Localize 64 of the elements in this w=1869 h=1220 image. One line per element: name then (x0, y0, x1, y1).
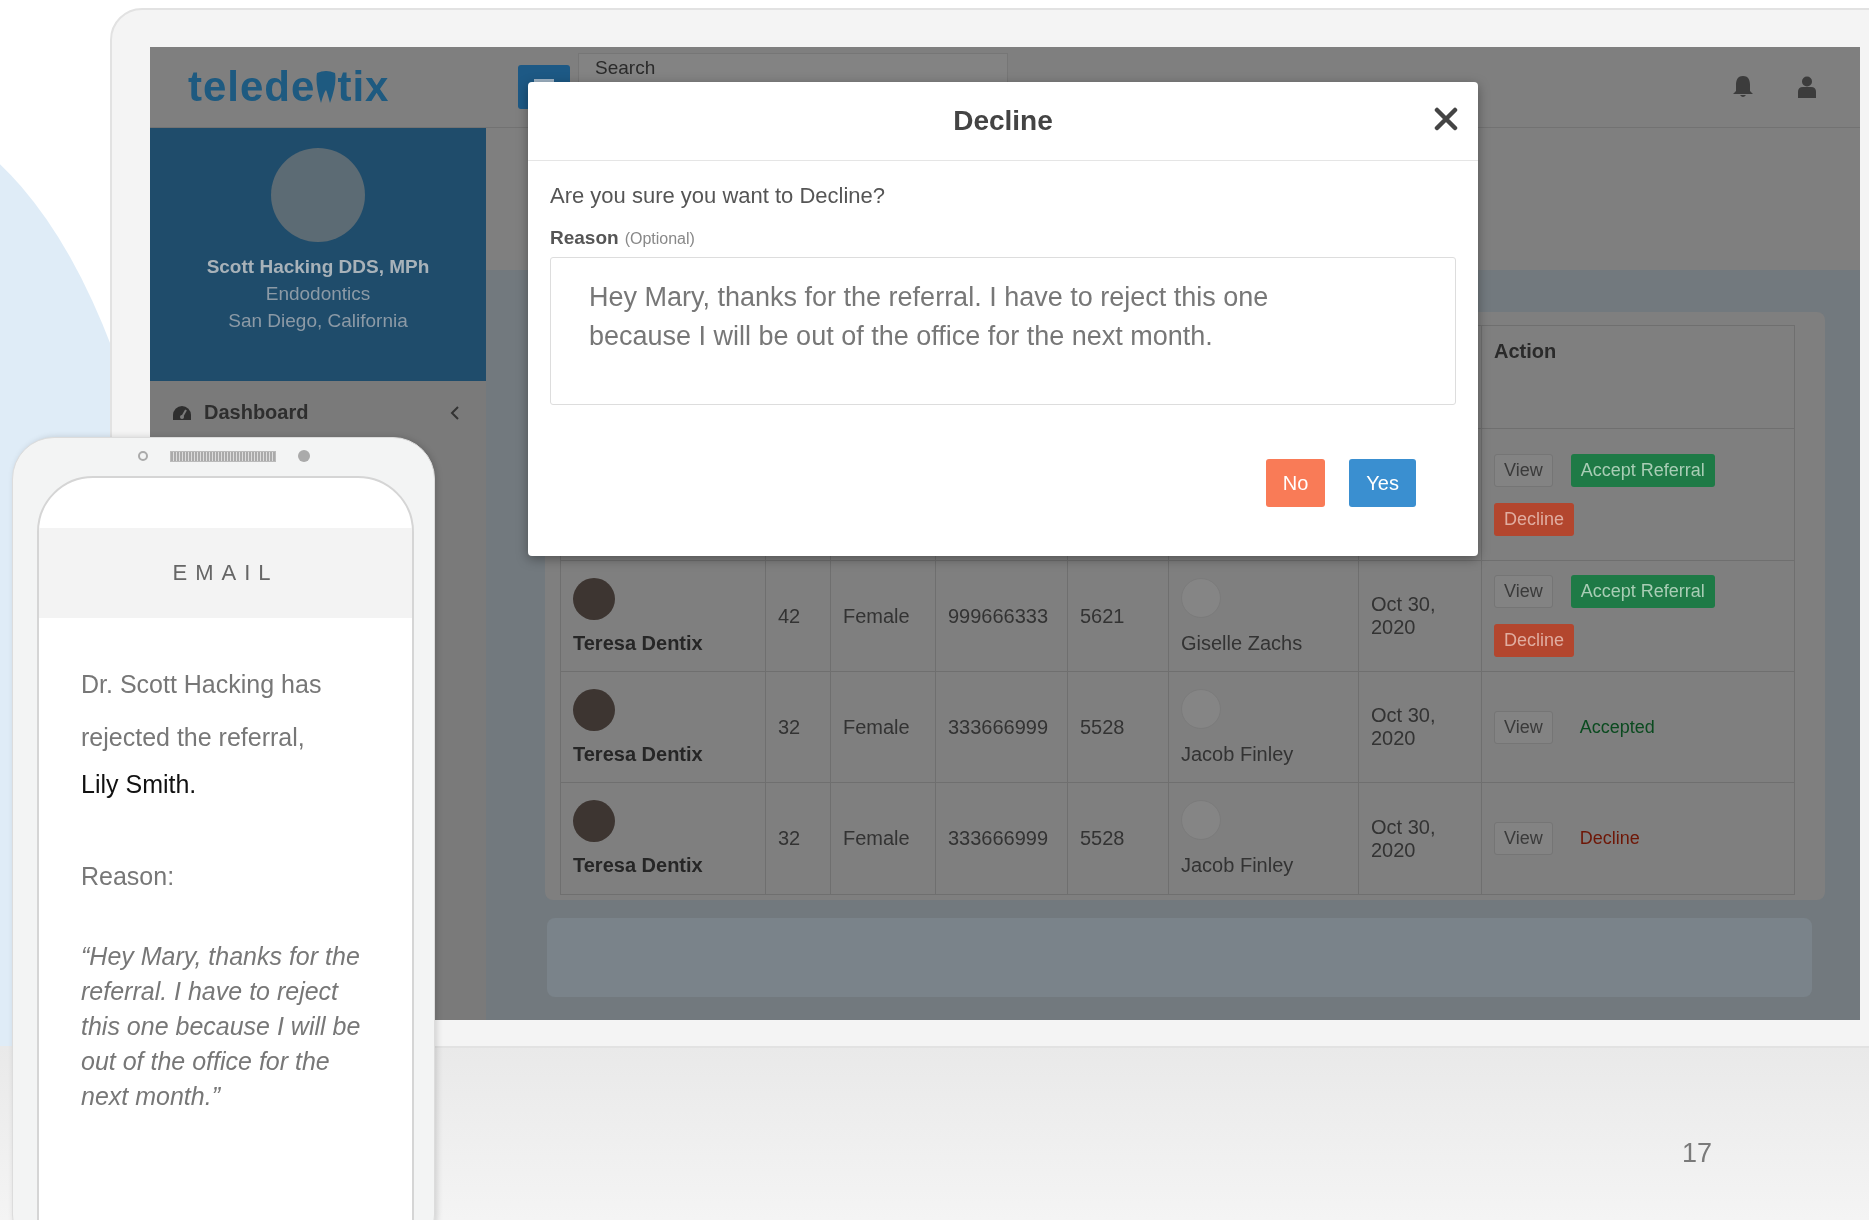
logo-text: tix (337, 63, 390, 111)
location-text: San Diego, California (228, 310, 408, 332)
view-button[interactable]: View (1494, 822, 1553, 855)
reason-label: Reason: (81, 862, 176, 891)
accept-referral-button[interactable]: Accept Referral (1570, 453, 1715, 487)
doctor-name: Scott Hacking DDS, MPh (206, 256, 430, 278)
page-number: 17 (1682, 1138, 1713, 1169)
email-title: EMAIL (172, 560, 279, 586)
recipient-name: Lily Smith. (81, 769, 198, 800)
table-cell: 42 (765, 560, 831, 672)
doctor-name: Jacob Finley (1181, 742, 1294, 766)
decline-button[interactable]: Decline (1494, 624, 1575, 657)
optional-hint: (Optional) (624, 230, 695, 248)
table-cell: Female (830, 671, 936, 783)
avatar-placeholder (573, 800, 615, 842)
table-cell: Oct 30, 2020 (1358, 671, 1482, 783)
dashboard-icon (172, 404, 192, 421)
avatar-placeholder (573, 577, 615, 620)
table-cell: 999666333 (935, 560, 1068, 672)
table-cell: 5528 (1067, 671, 1169, 783)
bell-icon[interactable] (1732, 75, 1754, 99)
table-cell: 5621 (1067, 560, 1169, 672)
tooth-icon (315, 70, 338, 104)
yes-button[interactable]: Yes (1349, 459, 1416, 507)
table-cell: Female (830, 560, 936, 672)
table-cell: 333666999 (935, 671, 1068, 783)
doctor-name: Giselle Zachs (1181, 631, 1303, 655)
status-text: Decline (1578, 827, 1641, 850)
camera-icon (137, 451, 148, 461)
avatar-placeholder (573, 688, 615, 731)
table-cell: Female (830, 782, 936, 895)
speaker-icon (169, 450, 276, 462)
patient-name: Teresa Dentix (573, 854, 703, 877)
table-cell: 333666999 (935, 782, 1068, 895)
patient-name: Teresa Dentix (573, 631, 703, 655)
view-button[interactable]: View (1494, 710, 1553, 744)
close-icon (1434, 107, 1458, 131)
user-icon[interactable] (1798, 76, 1816, 98)
view-button[interactable]: View (1494, 575, 1553, 608)
close-button[interactable] (1434, 107, 1458, 131)
dialog-title: Decline (953, 105, 1053, 137)
field-label: Reason (550, 227, 619, 249)
view-button[interactable]: View (1494, 453, 1553, 487)
patient-name: Teresa Dentix (573, 742, 703, 766)
confirm-question: Are you sure you want to Decline? (550, 183, 887, 209)
no-button[interactable]: No (1265, 459, 1326, 507)
specialty-text: Endodontics (265, 283, 371, 305)
table-cell: Oct 30, 2020 (1358, 560, 1482, 672)
reason-field[interactable]: Hey Mary, thanks for the referral. I have to reject this one because I will be out of the office for the next month. (550, 257, 1456, 405)
table-cell: 32 (765, 671, 831, 783)
accept-referral-button[interactable]: Accept Referral (1570, 575, 1715, 608)
table-cell: Oct 30, 2020 (1358, 782, 1482, 895)
status-text: Accepted (1578, 715, 1656, 739)
reason-quote: “Hey Mary, thanks for the referral. I have to reject this one because I will be out of the office for the next month.” (81, 941, 362, 1112)
nav-item[interactable]: Dashboard (172, 401, 309, 424)
doctor-name: Jacob Finley (1181, 854, 1294, 877)
logo-text: telede (188, 63, 316, 111)
column-header: Action (1481, 325, 1795, 429)
table-cell: 32 (765, 782, 831, 895)
chevron-left-icon[interactable] (450, 405, 460, 421)
sensor-icon (297, 450, 310, 462)
decline-button[interactable]: Decline (1494, 502, 1575, 536)
email-message: Dr. Scott Hacking has rejected the referral, (81, 669, 323, 753)
table-cell: 5528 (1067, 782, 1169, 895)
